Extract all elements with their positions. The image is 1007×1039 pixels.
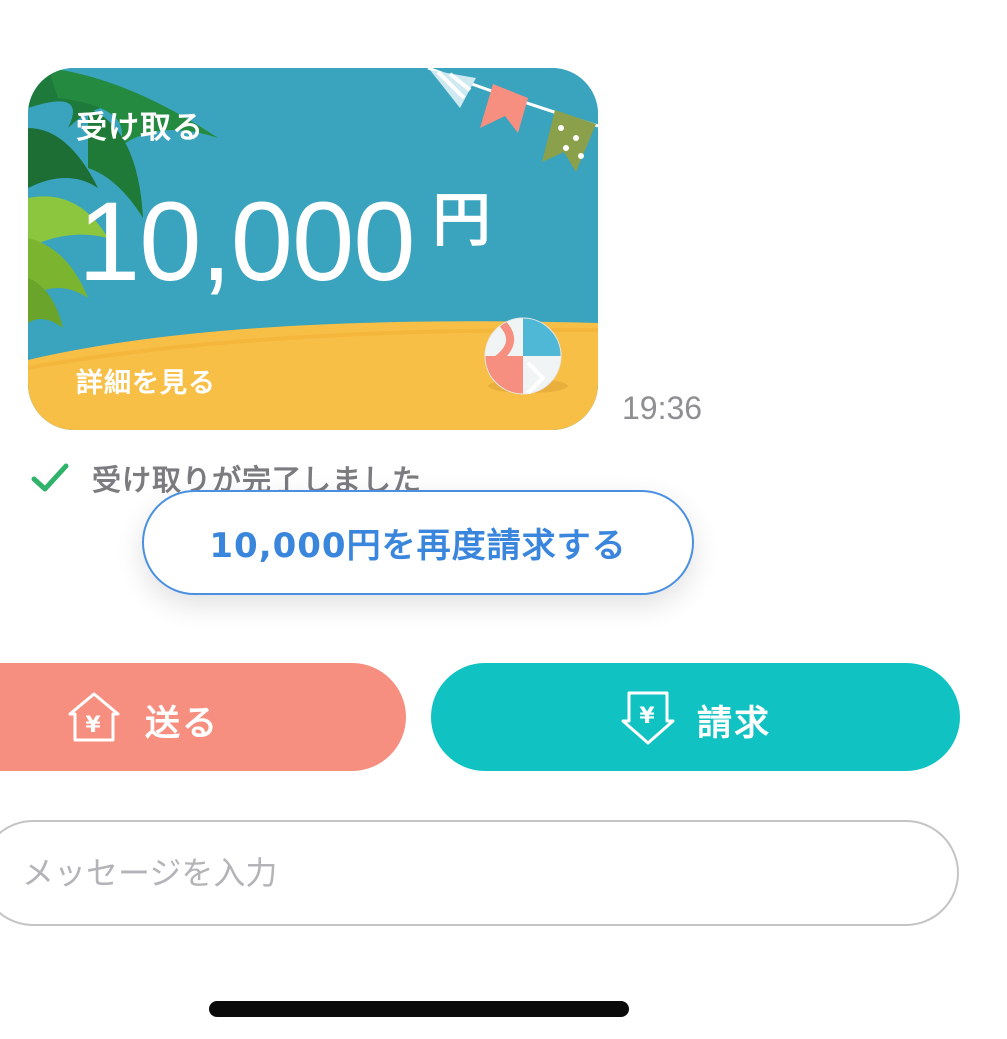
message-input-container: [0, 820, 959, 926]
amount-unit: 円: [432, 186, 491, 254]
home-indicator: [209, 1001, 629, 1017]
message-input[interactable]: [22, 822, 922, 924]
card-amount: 10,000 円: [78, 186, 491, 298]
card-title: 受け取る: [76, 110, 204, 146]
svg-text:¥: ¥: [85, 713, 102, 738]
rerequest-button[interactable]: 10,000円を再度請求する: [142, 490, 694, 595]
view-details-link[interactable]: 詳細を見る: [76, 361, 216, 400]
svg-text:¥: ¥: [639, 704, 656, 729]
yen-house-icon: ¥: [68, 692, 120, 742]
amount-value: 10,000: [78, 179, 416, 304]
request-label: 請求: [697, 704, 772, 744]
send-button[interactable]: ¥ 送る: [0, 663, 406, 771]
check-icon: [31, 463, 69, 492]
chevron-right-icon: [527, 362, 545, 394]
send-label: 送る: [145, 704, 220, 744]
request-button[interactable]: ¥ 請求: [431, 663, 960, 771]
yen-down-arrow-icon: ¥: [621, 691, 675, 745]
message-timestamp: 19:36: [622, 390, 703, 426]
chat-page: 受け取る 10,000 円 詳細を見る 19:36 受け取りが完了しました 10…: [0, 0, 1007, 1039]
money-receive-card[interactable]: 受け取る 10,000 円 詳細を見る: [28, 68, 598, 430]
